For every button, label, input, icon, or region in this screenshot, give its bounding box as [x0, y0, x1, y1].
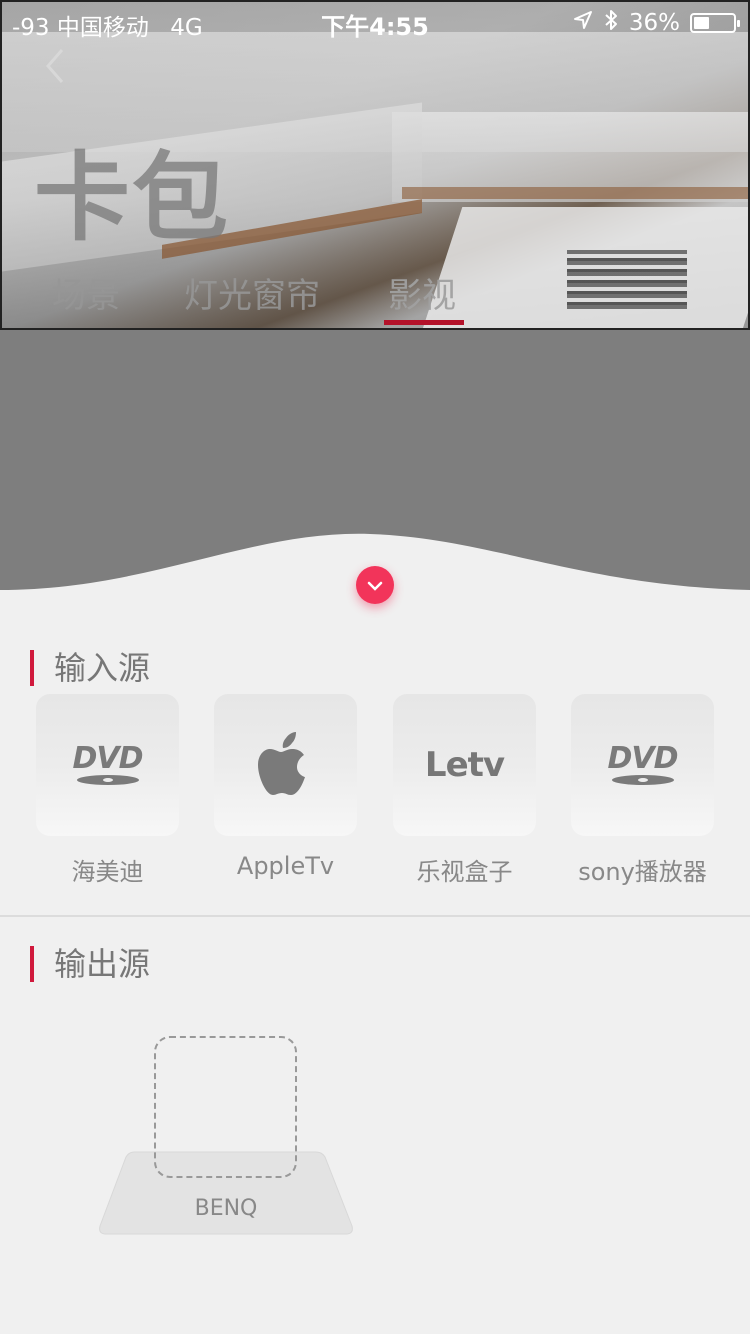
battery-icon: [690, 13, 740, 33]
source-label: 海美迪: [71, 858, 144, 886]
collapse-button[interactable]: [356, 566, 394, 604]
tab-movies[interactable]: 影视: [388, 268, 456, 317]
source-tile[interactable]: [214, 694, 357, 836]
letv-logo-icon: Letv: [424, 745, 505, 785]
source-label: 乐视盒子: [416, 858, 513, 886]
dvd-logo-icon: DVD: [72, 744, 144, 785]
header-banner: 卡包 场景 灯光窗帘 影视: [0, 0, 750, 330]
chevron-left-icon: [46, 49, 64, 83]
input-source-list: DVD 海美迪 AppleTv Letv 乐视盒子 DVD sony播放器: [0, 694, 750, 894]
source-letv[interactable]: Letv 乐视盒子: [393, 694, 536, 887]
source-tile[interactable]: DVD: [36, 694, 179, 836]
dvd-logo-icon: DVD: [607, 744, 679, 785]
section-divider: [0, 915, 750, 917]
input-section-title: 输入源: [30, 650, 150, 686]
tab-bar: 场景 灯光窗帘 影视: [2, 268, 748, 328]
source-tile[interactable]: Letv: [393, 694, 536, 836]
source-label: sony播放器: [578, 858, 707, 886]
source-appletv[interactable]: AppleTv: [214, 694, 357, 880]
location-arrow-icon: [573, 10, 593, 36]
tab-lights-curtains[interactable]: 灯光窗帘: [184, 268, 320, 317]
tab-scene[interactable]: 场景: [52, 268, 120, 317]
source-sony[interactable]: DVD sony播放器: [571, 694, 714, 887]
source-haimeidi[interactable]: DVD 海美迪: [36, 694, 179, 887]
chevron-down-icon: [367, 581, 383, 591]
source-tile[interactable]: DVD: [571, 694, 714, 836]
bluetooth-icon: [603, 8, 619, 38]
back-button[interactable]: [40, 46, 80, 90]
battery-level: [694, 17, 710, 29]
battery-percent: 36%: [628, 10, 680, 36]
page-title: 卡包: [34, 142, 230, 254]
output-section-title: 输出源: [30, 946, 150, 982]
status-bar: -93 中国移动 4G 下午4:55 36%: [0, 0, 750, 41]
source-label: AppleTv: [236, 852, 335, 880]
output-device-label: BENQ: [194, 1196, 258, 1221]
output-drop-target[interactable]: [154, 1036, 297, 1178]
apple-logo-icon: [257, 732, 305, 795]
active-tab-indicator: [384, 320, 464, 325]
